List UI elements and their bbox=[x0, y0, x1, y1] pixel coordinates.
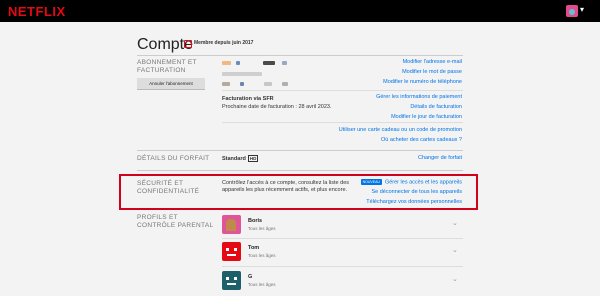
hd-badge: HD bbox=[247, 155, 259, 162]
buy-gift-link[interactable]: Où acheter des cartes cadeaux ? bbox=[381, 137, 462, 143]
redeem-gift-link[interactable]: Utiliser une carte cadeau ou un code de … bbox=[339, 127, 462, 133]
divider bbox=[137, 150, 463, 151]
profile-face-icon bbox=[226, 219, 236, 231]
masked-phone bbox=[264, 82, 272, 86]
divider bbox=[222, 122, 463, 123]
netflix-logo[interactable]: NETFLIX bbox=[8, 4, 66, 19]
manage-access-link[interactable]: NOUVEAU Gérer les accès et les appareils bbox=[360, 179, 462, 186]
profile-smile-icon bbox=[227, 254, 236, 256]
security-section-label: SÉCURITÉ ET CONFIDENTIALITÉ bbox=[137, 180, 200, 195]
profile-name: Tom bbox=[248, 245, 260, 251]
membership-section-label: ABONNEMENT ET FACTURATION bbox=[137, 59, 197, 74]
billing-details-link[interactable]: Détails de facturation bbox=[410, 104, 462, 110]
manage-payment-link[interactable]: Gérer les informations de paiement bbox=[376, 94, 462, 100]
profiles-section-label: PROFILS ET CONTRÔLE PARENTAL bbox=[137, 214, 214, 229]
change-password-link[interactable]: Modifier le mot de passe bbox=[402, 69, 462, 75]
profile-eye-icon bbox=[226, 277, 229, 280]
profile-maturity: Tous les âges bbox=[248, 226, 276, 231]
profile-avatar-tom[interactable] bbox=[222, 242, 241, 261]
masked-phone bbox=[240, 82, 244, 86]
masked-email bbox=[263, 61, 275, 65]
masked-email bbox=[222, 61, 231, 65]
profile-maturity: Tous les âges bbox=[248, 282, 276, 287]
new-badge: NOUVEAU bbox=[360, 179, 382, 185]
divider bbox=[222, 238, 463, 239]
profile-eye-icon bbox=[234, 277, 237, 280]
profile-eye-icon bbox=[226, 248, 229, 251]
divider bbox=[222, 266, 463, 267]
profile-avatar-g[interactable] bbox=[222, 271, 241, 290]
profile-avatar-icon[interactable] bbox=[566, 5, 578, 17]
plan-details: Standard HD bbox=[222, 155, 259, 162]
divider bbox=[137, 170, 463, 171]
masked-password bbox=[222, 72, 262, 76]
divider bbox=[222, 90, 463, 91]
caret-down-icon[interactable]: ▾ bbox=[580, 5, 584, 14]
chevron-down-icon[interactable]: ⌄ bbox=[452, 246, 458, 254]
cancel-membership-button[interactable]: Annuler l'abonnement bbox=[137, 78, 205, 89]
profile-eye-icon bbox=[234, 248, 237, 251]
masked-email bbox=[236, 61, 240, 65]
masked-phone bbox=[282, 82, 288, 86]
profile-avatar-boris[interactable] bbox=[222, 215, 241, 234]
profile-name: G bbox=[248, 274, 253, 280]
billing-via: Facturation via SFR bbox=[222, 96, 274, 102]
masked-phone bbox=[222, 82, 230, 86]
security-description-line1: Contrôlez l'accès à ce compte, consultez… bbox=[222, 180, 349, 186]
profile-name: Boris bbox=[248, 218, 263, 224]
plan-section-label: DÉTAILS DU FORFAIT bbox=[137, 155, 210, 162]
next-billing-date: Prochaine date de facturation : 28 avril… bbox=[222, 104, 332, 110]
download-personal-data-link[interactable]: Téléchargez vos données personnelles bbox=[366, 199, 462, 205]
change-email-link[interactable]: Modifier l'adresse e-mail bbox=[403, 59, 462, 65]
plan-name: Standard bbox=[222, 155, 246, 162]
profile-smile-icon bbox=[227, 283, 236, 285]
member-since-text: Membre depuis juin 2017 bbox=[194, 40, 254, 46]
divider bbox=[137, 55, 463, 56]
top-bar: NETFLIX ▾ bbox=[0, 0, 600, 22]
change-phone-link[interactable]: Modifier le numéro de téléphone bbox=[383, 79, 462, 85]
change-plan-link[interactable]: Changer de forfait bbox=[418, 155, 462, 161]
change-billing-day-link[interactable]: Modifier le jour de facturation bbox=[391, 114, 462, 120]
profile-maturity: Tous les âges bbox=[248, 253, 276, 258]
member-badge-icon bbox=[184, 40, 192, 48]
sign-out-all-devices-link[interactable]: Se déconnecter de tous les appareils bbox=[371, 189, 462, 195]
security-description-line2: appareils les plus récemment actifs, et … bbox=[222, 187, 348, 193]
chevron-down-icon[interactable]: ⌄ bbox=[452, 275, 458, 283]
manage-access-label: Gérer les accès et les appareils bbox=[384, 179, 462, 186]
chevron-down-icon[interactable]: ⌄ bbox=[452, 219, 458, 227]
masked-email bbox=[282, 61, 287, 65]
